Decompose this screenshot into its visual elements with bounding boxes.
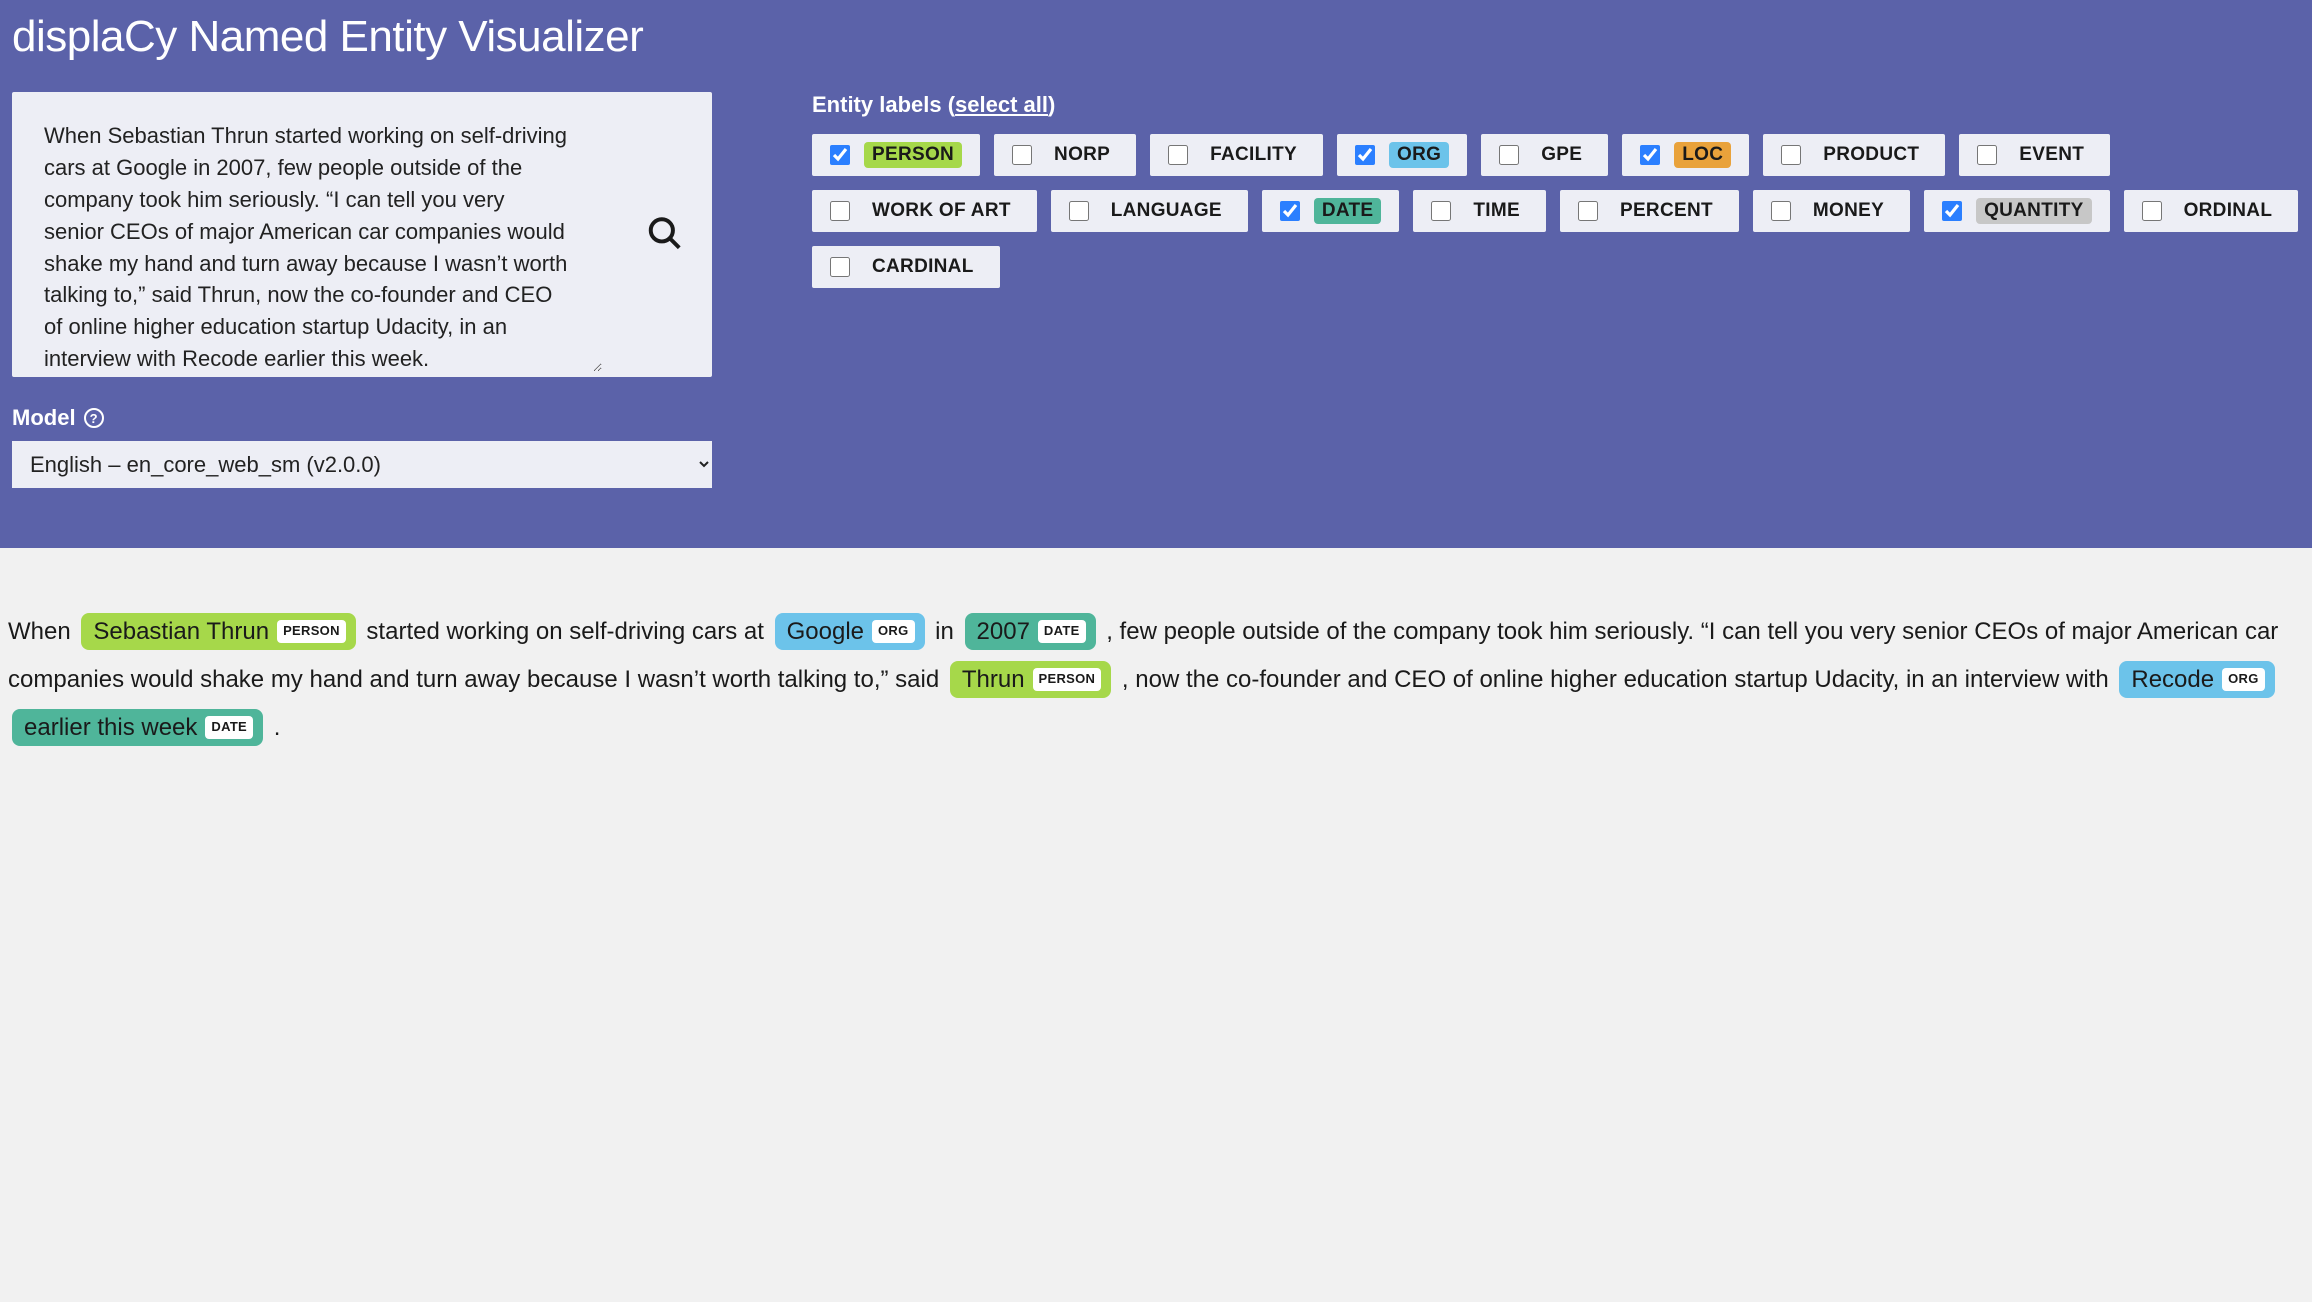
entity-label-chip[interactable]: WORK OF ART: [812, 190, 1037, 232]
entity-tag: ORG: [2222, 668, 2265, 691]
entity-label-checkbox[interactable]: [1280, 201, 1300, 221]
model-select[interactable]: English – en_core_web_sm (v2.0.0): [12, 441, 712, 488]
entity-label-chip[interactable]: MONEY: [1753, 190, 1910, 232]
entity-text: Thrun: [962, 664, 1025, 695]
page-title: displaCy Named Entity Visualizer: [12, 12, 2300, 62]
entity-label-checkbox[interactable]: [1977, 145, 1997, 165]
entity-label-checkbox[interactable]: [1578, 201, 1598, 221]
entity-label-checkbox[interactable]: [1431, 201, 1451, 221]
control-panel: displaCy Named Entity Visualizer Model ?…: [0, 0, 2312, 548]
entity-label-name: DATE: [1314, 198, 1382, 224]
entity-label-name: FACILITY: [1202, 142, 1305, 168]
entity-label-chip[interactable]: GPE: [1481, 134, 1608, 176]
entity-label-name: PRODUCT: [1815, 142, 1927, 168]
entity-tag: DATE: [1038, 620, 1086, 643]
entity-label-chip[interactable]: PRODUCT: [1763, 134, 1945, 176]
entity-label-chip[interactable]: LOC: [1622, 134, 1749, 176]
entity-label-name: PERSON: [864, 142, 962, 168]
right-column: Entity labels (select all) PERSON NORP FAC…: [812, 92, 2300, 288]
entity-label-checkbox[interactable]: [1771, 201, 1791, 221]
entity-label-checkbox[interactable]: [830, 257, 850, 277]
entity-label-chip[interactable]: PERCENT: [1560, 190, 1739, 232]
entity-label-name: MONEY: [1805, 198, 1892, 224]
entity-label-chip[interactable]: FACILITY: [1150, 134, 1323, 176]
text-input-wrap: [12, 92, 712, 377]
entity-span: earlier this week DATE: [12, 709, 263, 746]
entity-label-checkbox[interactable]: [830, 201, 850, 221]
entity-text: earlier this week: [24, 712, 197, 743]
entity-span: Recode ORG: [2119, 661, 2274, 698]
entity-span: Thrun PERSON: [950, 661, 1111, 698]
entity-label-chip[interactable]: PERSON: [812, 134, 980, 176]
entity-text: Recode: [2131, 664, 2214, 695]
entity-span: 2007 DATE: [965, 613, 1096, 650]
entity-label-chip[interactable]: TIME: [1413, 190, 1546, 232]
entity-label-name: NORP: [1046, 142, 1118, 168]
entity-label-checkbox[interactable]: [1942, 201, 1962, 221]
entity-label-chip[interactable]: LANGUAGE: [1051, 190, 1248, 232]
entity-label-chips: PERSON NORP FACILITY ORG GPE LOC PRODUCT EVENT W…: [812, 134, 2300, 288]
entity-tag: PERSON: [277, 620, 346, 643]
entity-label-name: ORDINAL: [2176, 198, 2281, 224]
entity-label-chip[interactable]: ORG: [1337, 134, 1467, 176]
entity-label-name: QUANTITY: [1976, 198, 2092, 224]
entity-text: 2007: [977, 616, 1030, 647]
help-icon[interactable]: ?: [84, 408, 104, 428]
entity-span: Google ORG: [775, 613, 925, 650]
entity-tag: ORG: [872, 620, 915, 643]
entity-label-name: LOC: [1674, 142, 1731, 168]
entity-label-checkbox[interactable]: [1012, 145, 1032, 165]
entity-label-name: CARDINAL: [864, 254, 982, 280]
entity-label-chip[interactable]: QUANTITY: [1924, 190, 2110, 232]
entity-tag: DATE: [205, 716, 253, 739]
entity-label-name: EVENT: [2011, 142, 2092, 168]
entity-output: When Sebastian ThrunPERSON started worki…: [0, 548, 2312, 812]
entity-label-chip[interactable]: DATE: [1262, 190, 1400, 232]
select-all-link[interactable]: select all: [955, 92, 1048, 117]
entity-text: Google: [787, 616, 864, 647]
entity-span: Sebastian Thrun PERSON: [81, 613, 355, 650]
entity-label-name: WORK OF ART: [864, 198, 1019, 224]
entity-label-name: TIME: [1465, 198, 1528, 224]
entity-label-chip[interactable]: ORDINAL: [2124, 190, 2299, 232]
entity-labels-heading: Entity labels (select all): [812, 92, 2300, 118]
search-icon: [646, 240, 684, 255]
entity-label-name: PERCENT: [1612, 198, 1721, 224]
model-label-text: Model: [12, 405, 76, 431]
model-label: Model ?: [12, 405, 712, 431]
entity-label-chip[interactable]: CARDINAL: [812, 246, 1000, 288]
entity-label-checkbox[interactable]: [1355, 145, 1375, 165]
left-column: Model ? English – en_core_web_sm (v2.0.0…: [12, 92, 712, 488]
entity-label-name: ORG: [1389, 142, 1449, 168]
entity-label-checkbox[interactable]: [1781, 145, 1801, 165]
entity-tag: PERSON: [1033, 668, 1102, 691]
entity-text: Sebastian Thrun: [93, 616, 269, 647]
entity-label-name: GPE: [1533, 142, 1590, 168]
entity-label-checkbox[interactable]: [1069, 201, 1089, 221]
entity-label-name: LANGUAGE: [1103, 198, 1230, 224]
analyze-button[interactable]: [638, 206, 692, 263]
entity-label-checkbox[interactable]: [1499, 145, 1519, 165]
entity-label-chip[interactable]: EVENT: [1959, 134, 2110, 176]
controls-row: Model ? English – en_core_web_sm (v2.0.0…: [12, 92, 2300, 488]
entity-label-checkbox[interactable]: [830, 145, 850, 165]
entity-label-chip[interactable]: NORP: [994, 134, 1136, 176]
entity-label-checkbox[interactable]: [1168, 145, 1188, 165]
entity-label-checkbox[interactable]: [2142, 201, 2162, 221]
text-input[interactable]: [12, 92, 602, 372]
entity-label-checkbox[interactable]: [1640, 145, 1660, 165]
